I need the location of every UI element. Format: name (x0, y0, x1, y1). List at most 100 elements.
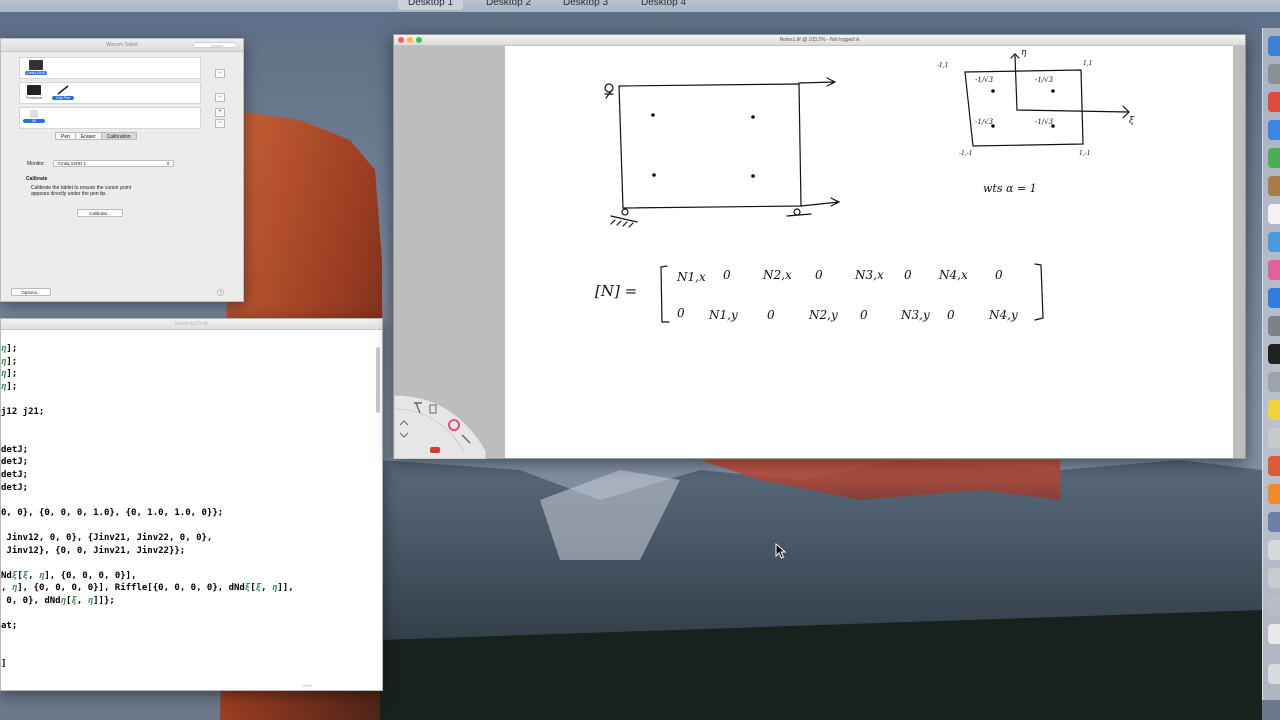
app-all[interactable]: All (23, 110, 45, 128)
notebook-scrollbar[interactable] (376, 347, 380, 413)
code-line[interactable]: Jinv12}, {0, 0, Jinv21, Jinv22}}; (1, 546, 185, 556)
notebook-zoom-level[interactable]: 100% (302, 683, 312, 688)
matrix-cell-2-5: 0 (860, 308, 868, 322)
code-line[interactable]: at; (1, 621, 17, 631)
drawing-canvas[interactable]: [N] = N1,x 0 N2,x 0 N3,x 0 N4,x 0 0 N1,y… (505, 46, 1233, 458)
preview-icon[interactable] (1268, 428, 1280, 448)
code-text: detJ; (1, 457, 29, 468)
code-text: j12 j21; (1, 407, 45, 417)
matrix-cell-1-7: N4,x (939, 268, 968, 282)
notes-titlebar: Notes1.tif @ 103.2% - Not logged in (394, 35, 1245, 46)
all-apps-caption: All (23, 119, 45, 123)
launchpad-icon[interactable] (1268, 64, 1280, 84)
itunes-icon[interactable] (1268, 260, 1280, 280)
tablet-cintiq[interactable]: Cintiq 13HD (25, 60, 47, 78)
code-line[interactable]: detJ; (1, 483, 28, 493)
contacts-icon[interactable] (1268, 176, 1280, 196)
textedit-icon[interactable] (1268, 540, 1280, 560)
chrome-icon[interactable] (1268, 92, 1280, 112)
tool-remove-button[interactable]: − (215, 93, 225, 102)
all-apps-icon (30, 110, 38, 118)
options-button[interactable]: Options... (11, 288, 51, 296)
space-desktop-4[interactable]: Desktop 4 (631, 0, 696, 10)
monitor-select[interactable]: Cintiq 13HD 1 ⇕ (53, 160, 174, 167)
utility-icon[interactable] (1268, 372, 1280, 392)
downloads-icon[interactable] (1268, 596, 1280, 616)
matrix-cell-2-4: N2,y (809, 308, 838, 322)
monitor-label: Monitor: (27, 161, 46, 167)
code-text: , (261, 583, 272, 594)
messages-icon[interactable] (1268, 148, 1280, 168)
code-line[interactable]: j12 j21; (1, 407, 44, 417)
gauss-point-label-2: -1/√3 (1035, 76, 1054, 84)
code-line[interactable]: Jinv12, 0, 0}, {Jinv21, Jinv22, 0, 0}, (1, 533, 212, 543)
functions-caption: Functions (26, 96, 42, 100)
minimize-button[interactable] (407, 37, 413, 43)
wacom-search-input[interactable]: Search (193, 42, 237, 48)
code-line[interactable]: η]; (1, 357, 17, 367)
stickies-icon[interactable] (1268, 400, 1280, 420)
tool-functions[interactable]: Functions (23, 85, 45, 103)
code-line[interactable]: detJ; (1, 457, 28, 467)
trash-icon[interactable] (1268, 664, 1280, 684)
screen-capture-icon[interactable] (1268, 512, 1280, 532)
notebook-title: Elasticity2D.nb (174, 321, 209, 327)
select-arrows-icon: ⇕ (166, 161, 170, 166)
help-button[interactable]: ? (217, 289, 224, 296)
device-remove-button[interactable]: − (215, 69, 225, 78)
space-desktop-3[interactable]: Desktop 3 (553, 0, 618, 10)
folder-icon[interactable] (1268, 568, 1280, 588)
code-text: ]]}; (93, 596, 115, 606)
tool-row: Functions Grip Pen (19, 82, 201, 104)
space-desktop-2[interactable]: Desktop 2 (476, 0, 541, 10)
code-text: ]], (277, 583, 294, 594)
finder-icon[interactable] (1268, 36, 1280, 56)
photo-icon[interactable] (1268, 456, 1280, 476)
code-line[interactable]: detJ; (1, 445, 28, 455)
notes-app-icon[interactable] (1268, 232, 1280, 252)
tool-grip-pen[interactable]: Grip Pen (52, 85, 74, 103)
app-store-icon[interactable] (1268, 288, 1280, 308)
calibrate-button[interactable]: Calibrate... (77, 209, 123, 217)
matrix-cell-2-1: 0 (677, 306, 685, 320)
safari-icon[interactable] (1268, 120, 1280, 140)
matrix-cell-2-3: 0 (767, 308, 775, 322)
code-text: ]; (6, 344, 18, 354)
code-line[interactable]: Ndξ[ξ, η], {0, 0, 0, 0}], (1, 571, 137, 581)
notebook-titlebar: Elasticity2D.nb (1, 319, 382, 330)
code-text: ]; (6, 381, 18, 392)
code-line[interactable]: η]; (1, 369, 17, 379)
code-line[interactable]: detJ; (1, 470, 28, 480)
calendar-icon[interactable] (1268, 204, 1280, 224)
mathematica-icon[interactable] (1268, 484, 1280, 504)
application-row: All (19, 107, 201, 129)
gauss-point-label-1: -1/√3 (975, 76, 994, 84)
code-text: at; (1, 621, 18, 632)
terminal-icon[interactable] (1268, 344, 1280, 364)
space-desktop-1[interactable]: Desktop 1 (398, 0, 464, 10)
matrix-cell-1-5: N3,x (855, 268, 884, 282)
code-line[interactable]: ] (1, 659, 6, 669)
code-line[interactable]: 0, 0}, {0, 0, 0, 1.0}, {0, 1.0, 1.0, 0}}… (1, 508, 223, 518)
zoom-button[interactable] (416, 37, 422, 43)
close-button[interactable] (398, 37, 404, 43)
pen-icon (56, 85, 70, 95)
code-line[interactable]: η]; (1, 344, 17, 354)
palette-eraser-icon[interactable] (430, 447, 440, 453)
monitor-value: Cintiq 13HD 1 (58, 161, 87, 166)
app-remove-button[interactable]: − (215, 119, 225, 128)
code-text: detJ; (1, 444, 29, 455)
code-line[interactable]: , η], {0, 0, 0, 0}], Riffle[{0, 0, 0, 0}… (1, 583, 294, 593)
mouse-cursor-icon (775, 543, 787, 559)
tab-calibration[interactable]: Calibration (100, 132, 137, 140)
code-line[interactable]: η]; (1, 382, 17, 392)
tab-pen[interactable]: Pen (55, 132, 76, 140)
document-icon[interactable] (1268, 624, 1280, 644)
app-add-button[interactable]: + (215, 108, 225, 117)
code-text: ], {0, 0, 0, 0}], (44, 570, 137, 581)
code-line[interactable]: 0, 0}, dNdη[ξ, η]]}; (1, 596, 115, 606)
system-preferences-icon[interactable] (1268, 316, 1280, 336)
tool-palette[interactable] (394, 395, 494, 459)
calibrate-heading: Calibrate (26, 176, 48, 182)
tab-eraser[interactable]: Eraser (74, 132, 102, 140)
